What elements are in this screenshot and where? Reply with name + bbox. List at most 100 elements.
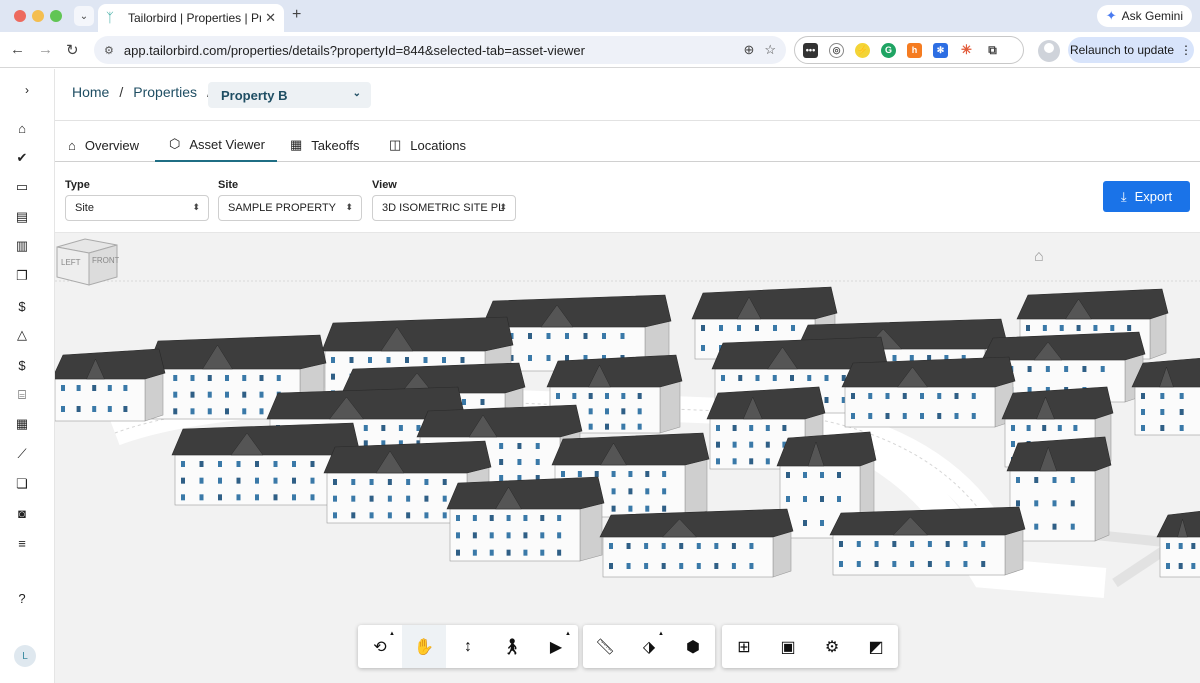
tab-asset-viewer[interactable]: ⬡ Asset Viewer (155, 128, 277, 162)
maximize-window-button[interactable] (50, 10, 62, 22)
relaunch-button[interactable]: Relaunch to update ⋮ (1068, 37, 1194, 63)
tab-overview-label: Overview (84, 137, 140, 153)
zoom-icon[interactable]: ⊕ (743, 42, 754, 58)
close-tab-icon[interactable]: ✕ (265, 10, 276, 26)
first-person-tool-icon[interactable]: 🚶︎ (490, 625, 534, 668)
expand-rail-chevron-icon[interactable]: › (18, 81, 36, 99)
settings-gear-icon[interactable]: ⚙ (810, 625, 854, 668)
extension-bolt-icon[interactable]: ⚡ (855, 42, 870, 58)
apartment-building[interactable] (841, 356, 1016, 428)
new-tab-button[interactable]: + (292, 6, 301, 24)
apartment-building[interactable] (446, 476, 605, 562)
extension-hubspot-icon[interactable]: h (907, 42, 922, 58)
site-settings-icon[interactable]: ⚙ (104, 44, 114, 57)
check-circle-icon[interactable]: ✔ (13, 149, 31, 167)
camera-tool-icon[interactable]: ▶ ▲ (534, 625, 578, 668)
trend-icon[interactable]: ⟋ (13, 445, 31, 463)
view-label: View (372, 179, 397, 191)
folder-icon[interactable]: ▭ (13, 178, 31, 196)
calculator-icon: ▦ (290, 137, 303, 152)
tab-takeoffs[interactable]: ▦ Takeoffs (290, 128, 359, 162)
orbit-tool-icon[interactable]: ⟲ ▲ (358, 625, 402, 668)
settings-toolbar: ⊞ ▣ ⚙ ◩ (722, 625, 898, 668)
site-model-scene[interactable] (55, 233, 1200, 683)
view-cube[interactable]: LEFT FRONT (55, 233, 119, 287)
viewer-home-icon[interactable]: ⌂ (1034, 248, 1044, 266)
view-select[interactable]: 3D ISOMETRIC SITE PL ⬍ (372, 195, 516, 221)
tab-asset-viewer-label: Asset Viewer (189, 136, 265, 152)
navigation-toolbar: ⟲ ▲ ✋ ↕ 🚶︎ ▶ ▲ (358, 625, 578, 668)
breadcrumb-home[interactable]: Home (72, 84, 109, 100)
url-text[interactable]: app.tailorbird.com/properties/details?pr… (124, 43, 744, 58)
cube-icon: ⬡ (169, 136, 181, 151)
map-icon: ◫ (389, 137, 402, 152)
shapes-icon[interactable]: △ (13, 326, 31, 344)
site-select-value: SAMPLE PROPERTY (228, 202, 336, 214)
dollar-alt-icon[interactable]: $ (13, 356, 31, 374)
chevron-down-icon: ⌄ (79, 10, 89, 22)
profile-avatar[interactable] (1038, 40, 1060, 62)
forward-arrow-icon[interactable]: → (38, 41, 53, 58)
tab-overview[interactable]: ⌂ Overview (68, 128, 139, 162)
header-divider (55, 120, 1200, 121)
pan-tool-icon[interactable]: ✋ (402, 625, 446, 668)
properties-panel-icon[interactable]: ▣ (766, 625, 810, 668)
back-arrow-icon[interactable]: ← (10, 41, 25, 58)
tab-locations[interactable]: ◫ Locations (389, 128, 466, 162)
fullscreen-icon[interactable]: ◩ (854, 625, 898, 668)
apartment-building[interactable] (55, 348, 166, 422)
reload-icon[interactable]: ↻ (66, 41, 79, 59)
extension-asterisk-icon[interactable]: ✳ (959, 42, 974, 58)
search-list-icon[interactable]: ≡ (13, 534, 31, 552)
extension-brain-icon[interactable]: ◎ (829, 42, 844, 58)
tab-search-button[interactable]: ⌄ (74, 6, 94, 26)
extensions-puzzle-icon[interactable]: ⧉ (985, 42, 1000, 58)
site-label: Site (218, 179, 239, 191)
measure-ruler-icon[interactable]: 📏︎ (583, 625, 627, 668)
bank-icon[interactable]: ⌸ (13, 386, 31, 404)
help-icon[interactable]: ? (13, 589, 31, 607)
view-cube-front[interactable]: FRONT (92, 256, 119, 265)
apartment-building[interactable] (829, 506, 1026, 576)
property-tabs: ⌂ Overview ⬡ Asset Viewer ▦ Takeoffs ◫ L… (55, 128, 1200, 162)
building-icon[interactable]: ▦ (13, 415, 31, 433)
updown-chevron-icon: ⬍ (499, 202, 507, 212)
apartment-building[interactable] (599, 508, 794, 578)
left-nav-rail: › ⌂ ✔ ▭ ▤ ▥ ❐ $ △ $ ⌸ ▦ ⟋ ❏ ◙ ≡ ? L (0, 69, 55, 683)
files-icon[interactable]: ❏ (13, 475, 31, 493)
breadcrumb-separator: / (119, 84, 124, 100)
measure-toolbar: 📏︎ ⬗ ▲ ⬢ (583, 625, 715, 668)
section-box-icon[interactable]: ⬗ ▲ (627, 625, 671, 668)
explode-model-icon[interactable]: ⬢ (671, 625, 715, 668)
extension-grammarly-icon[interactable]: G (881, 42, 896, 58)
invoice-icon[interactable]: ▥ (13, 237, 31, 255)
site-select[interactable]: SAMPLE PROPERTY ⬍ (218, 195, 362, 221)
dolly-tool-icon[interactable]: ↕ (446, 625, 490, 668)
property-select[interactable]: Property B ⌄ (208, 82, 371, 108)
address-bar[interactable]: ⚙ app.tailorbird.com/properties/details?… (94, 36, 786, 64)
tab-takeoffs-label: Takeoffs (311, 137, 360, 153)
dollar-icon[interactable]: $ (13, 297, 31, 315)
browser-tab[interactable]: ᛉ Tailorbird | Properties | Projec ✕ (98, 4, 284, 32)
close-window-button[interactable] (14, 10, 26, 22)
apartment-building[interactable] (1131, 357, 1200, 436)
extension-gear-icon[interactable]: ✻ (933, 42, 948, 58)
model-browser-icon[interactable]: ⊞ (722, 625, 766, 668)
minimize-window-button[interactable] (32, 10, 44, 22)
bookmark-star-icon[interactable]: ☆ (764, 42, 776, 58)
export-button[interactable]: ⤓ Export (1103, 181, 1190, 212)
tab-locations-label: Locations (410, 137, 466, 153)
asset-viewer-canvas[interactable]: ⌂ LEFT FRONT ⟲ ▲ ✋ ↕ 🚶︎ ▶ ▲ 📏︎ ⬗ ▲ ⬢ ⊞ ▣ ⚙ … (55, 233, 1200, 683)
camera-icon[interactable]: ◙ (13, 504, 31, 522)
extension-dots-icon[interactable]: ••• (803, 42, 818, 58)
copy-icon[interactable]: ❐ (13, 267, 31, 285)
dashboard-icon[interactable]: ⌂ (13, 119, 31, 137)
document-icon[interactable]: ▤ (13, 208, 31, 226)
view-cube-left[interactable]: LEFT (61, 258, 81, 267)
breadcrumb-properties[interactable]: Properties (133, 84, 197, 100)
ask-gemini-button[interactable]: ✦ Ask Gemini (1096, 5, 1192, 27)
gemini-sparkle-icon: ✦ (1105, 8, 1117, 23)
relaunch-label: Relaunch to update (1069, 43, 1175, 57)
user-avatar[interactable]: L (14, 645, 36, 667)
type-select[interactable]: Site ⬍ (65, 195, 209, 221)
